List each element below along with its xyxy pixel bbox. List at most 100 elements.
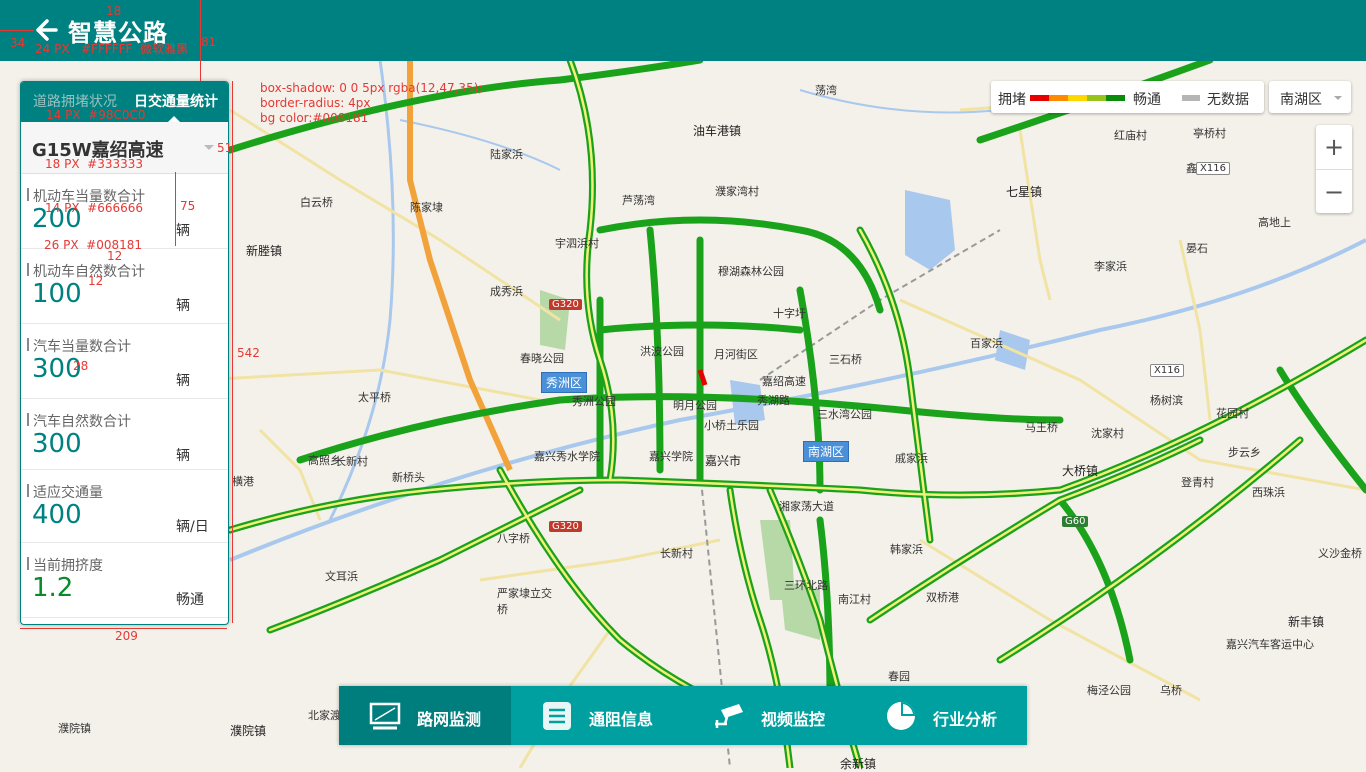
map-place-label: 马王桥 xyxy=(1025,421,1058,434)
stat-row: 汽车自然数合计 300 辆 xyxy=(21,399,228,470)
stat-row: 汽车当量数合计 300 辆 xyxy=(21,324,228,399)
nav-label: 路网监测 xyxy=(417,710,482,729)
spec-label: 28 xyxy=(73,359,89,373)
chevron-down-icon xyxy=(1334,96,1342,100)
spec-line xyxy=(175,172,176,246)
map-poi-label: 月河街区 xyxy=(714,348,758,361)
map-place-label: 嘉兴汽车客运中心 xyxy=(1226,638,1314,651)
map-place-label: 陆家浜 xyxy=(490,148,523,161)
legend-swatch xyxy=(1049,95,1068,101)
lake xyxy=(905,190,955,270)
map-poi-label: 洪波公园 xyxy=(640,345,684,358)
stat-value: 300 xyxy=(32,429,82,459)
spec-label: 14 PX #666666 xyxy=(45,201,144,215)
nav-traffic-info[interactable]: 通阻信息 xyxy=(511,686,683,745)
stat-label: 适应交通量 xyxy=(27,482,103,502)
zoom-control: + − xyxy=(1316,125,1352,213)
stat-label: 汽车自然数合计 xyxy=(27,411,131,431)
nav-label: 视频监控 xyxy=(761,710,826,729)
map-place-label: 横港 xyxy=(232,475,254,488)
pie-chart-icon xyxy=(887,702,915,730)
map-place-label: 沈家村 xyxy=(1091,427,1124,440)
header-bar: 智慧公路 xyxy=(0,0,1366,61)
map-town-label: 油车港镇 xyxy=(693,124,742,138)
bottom-nav: 路网监测 通阻信息 视频监控 行业分析 xyxy=(339,686,1027,745)
map-place-label: 太平桥 xyxy=(358,391,391,404)
map-poi-label: 嘉绍高速 xyxy=(762,375,806,388)
stat-value: 1.2 xyxy=(32,573,74,603)
road-shield: G320 xyxy=(549,521,582,532)
nav-road-monitoring[interactable]: 路网监测 xyxy=(339,686,511,745)
monitor-icon xyxy=(369,702,401,730)
map-place-label: 韩家浜 xyxy=(890,543,923,556)
map-place-label: 花园村 xyxy=(1216,407,1249,420)
map-place-label: 亭桥村 xyxy=(1193,127,1226,140)
map-poi-label: 嘉兴学院 xyxy=(649,450,693,463)
list-icon xyxy=(543,702,571,730)
legend-swatch xyxy=(1182,95,1200,101)
nav-industry-analysis[interactable]: 行业分析 xyxy=(855,686,1027,745)
stat-row: 机动车自然数合计 100 辆 xyxy=(21,249,228,324)
nav-label: 通阻信息 xyxy=(589,710,654,729)
map-place-label: 芦荡湾 xyxy=(622,194,655,207)
spec-label: 26 PX #008181 xyxy=(44,238,143,252)
stat-unit: 辆 xyxy=(176,223,190,239)
road-shield: G320 xyxy=(549,299,582,310)
back-arrow-icon[interactable] xyxy=(34,18,58,42)
stat-row: 当前拥挤度 1.2 畅通 xyxy=(21,543,228,618)
spec-label: 75 xyxy=(180,199,196,213)
district-label: 秀洲区 xyxy=(541,372,588,393)
stat-unit: 辆 xyxy=(176,298,190,314)
spec-label: 81 xyxy=(201,35,217,49)
map-town-label: 新丰镇 xyxy=(1288,615,1325,629)
spec-label: 24 PX #FFFFFF 微软雅黑 xyxy=(35,42,189,56)
legend-jam-label: 拥堵 xyxy=(998,92,1026,108)
stat-row: 适应交通量 400 辆/日 xyxy=(21,470,228,543)
road-shield: X116 xyxy=(1150,364,1184,377)
map-poi-label: 十字圩 xyxy=(773,307,806,320)
map-place-label: 晏石 xyxy=(1186,242,1208,255)
district-select[interactable]: 南湖区 xyxy=(1269,81,1351,113)
chevron-down-icon xyxy=(204,145,214,150)
stat-value: 100 xyxy=(32,279,82,309)
map-town-label: 大桥镇 xyxy=(1062,464,1099,478)
road-shield: X116 xyxy=(1196,162,1230,175)
map-place-label: 陈家埭 xyxy=(410,201,443,214)
map-place-label: 濮家湾村 xyxy=(715,185,759,198)
map-town-label: 七星镇 xyxy=(1006,185,1043,199)
nav-video-monitoring[interactable]: 视频监控 xyxy=(683,686,855,745)
map-town-label: 新塍镇 xyxy=(246,244,283,258)
spec-label: 542 xyxy=(237,346,260,360)
congestion-legend: 拥堵 畅通 无数据 xyxy=(991,81,1264,113)
spec-label: box-shadow: 0 0 5px rgba(12,47,35); bord… xyxy=(260,81,483,125)
zoom-in-button[interactable]: + xyxy=(1316,125,1352,169)
map-place-label: 步云乡 xyxy=(1228,446,1261,459)
map-poi-label: 三水湾公园 xyxy=(817,408,872,421)
map-place-label: 高照乡 xyxy=(308,454,341,467)
map-poi-label: 春园 xyxy=(888,670,910,683)
stat-unit: 辆 xyxy=(176,448,190,464)
map-town-label: 濮院镇 xyxy=(230,724,267,738)
map-poi-label: 穆湖森林公园 xyxy=(718,265,784,278)
map-poi-label: 三石桥 xyxy=(829,353,862,366)
stat-unit: 辆/日 xyxy=(176,519,209,535)
map-place-label: 严家埭立交桥 xyxy=(497,587,552,616)
map-place-label: 荡湾 xyxy=(815,84,837,97)
district-label: 南湖区 xyxy=(803,441,850,462)
map-place-label: 登青村 xyxy=(1181,476,1214,489)
map-poi-label: 秀湖路 xyxy=(757,394,790,407)
map-place-label: 长新村 xyxy=(660,547,693,560)
map-place-label: 乌桥 xyxy=(1160,684,1182,697)
spec-label: 18 PX #333333 xyxy=(45,157,144,171)
map-poi-label: 春晓公园 xyxy=(520,352,564,365)
spec-label: 209 xyxy=(115,629,138,643)
legend-nodata-label: 无数据 xyxy=(1207,92,1249,108)
map-place-label: 双桥港 xyxy=(926,591,959,604)
stat-unit: 辆 xyxy=(176,373,190,389)
map-place-label: 新桥头 xyxy=(392,471,425,484)
legend-swatch xyxy=(1087,95,1106,101)
zoom-out-button[interactable]: − xyxy=(1316,169,1352,214)
legend-swatch xyxy=(1106,95,1125,101)
map-place-label: 义沙金桥 xyxy=(1318,547,1362,560)
stat-unit: 畅通 xyxy=(176,592,204,608)
